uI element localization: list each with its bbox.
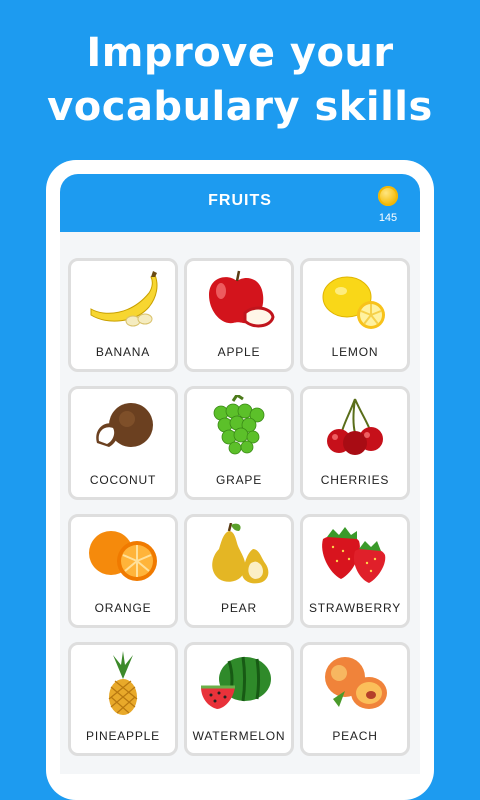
card-label: PEACH bbox=[332, 729, 378, 743]
card-label: PINEAPPLE bbox=[86, 729, 160, 743]
pear-icon bbox=[212, 523, 269, 584]
apple-icon bbox=[209, 270, 275, 328]
card-label: CHERRIES bbox=[320, 473, 390, 487]
card-banana[interactable]: BANANA bbox=[68, 258, 178, 372]
category-title: FRUITS bbox=[208, 192, 272, 209]
card-grape[interactable]: GRAPE bbox=[184, 386, 294, 500]
coconut-icon bbox=[96, 403, 153, 447]
promo-headline-line2: vocabulary skills bbox=[47, 84, 433, 130]
card-label: LEMON bbox=[331, 345, 379, 359]
card-watermelon[interactable]: WATERMELON bbox=[184, 642, 294, 756]
promo-headline-line1: Improve your bbox=[86, 30, 394, 76]
card-pineapple[interactable]: PINEAPPLE bbox=[68, 642, 178, 756]
promo-headline: Improve your vocabulary skills bbox=[0, 26, 480, 134]
card-peach[interactable]: PEACH bbox=[300, 642, 410, 756]
card-apple[interactable]: APPLE bbox=[184, 258, 294, 372]
card-strawberry[interactable]: STRAWBERRY bbox=[300, 514, 410, 628]
grape-icon bbox=[213, 395, 265, 455]
coin-count: 145 bbox=[378, 212, 398, 224]
card-coconut[interactable]: COCONUT bbox=[68, 386, 178, 500]
card-orange[interactable]: ORANGE bbox=[68, 514, 178, 628]
card-label: APPLE bbox=[217, 345, 261, 359]
cherries-icon bbox=[327, 398, 383, 455]
card-label: STRAWBERRY bbox=[308, 601, 401, 615]
card-cherries[interactable]: CHERRIES bbox=[300, 386, 410, 500]
card-label: GRAPE bbox=[215, 473, 262, 487]
app-bar: FRUITS 145 bbox=[60, 174, 420, 232]
lemon-icon bbox=[322, 276, 385, 329]
card-pear[interactable]: PEAR bbox=[184, 514, 294, 628]
pineapple-icon bbox=[108, 651, 138, 715]
gold-coin-icon[interactable] bbox=[378, 186, 398, 206]
strawberry-icon bbox=[322, 527, 386, 583]
card-label: WATERMELON bbox=[192, 729, 286, 743]
watermelon-icon bbox=[201, 656, 271, 709]
app-screen: FRUITS 145 BANANA APPLE LEMON COCONUT GR… bbox=[60, 174, 420, 774]
card-label: BANANA bbox=[95, 345, 151, 359]
card-lemon[interactable]: LEMON bbox=[300, 258, 410, 372]
banana-icon bbox=[90, 271, 158, 327]
peach-icon bbox=[325, 657, 387, 709]
card-label: COCONUT bbox=[89, 473, 157, 487]
orange-icon bbox=[89, 531, 157, 581]
card-label: PEAR bbox=[221, 601, 257, 615]
card-label: ORANGE bbox=[94, 601, 152, 615]
